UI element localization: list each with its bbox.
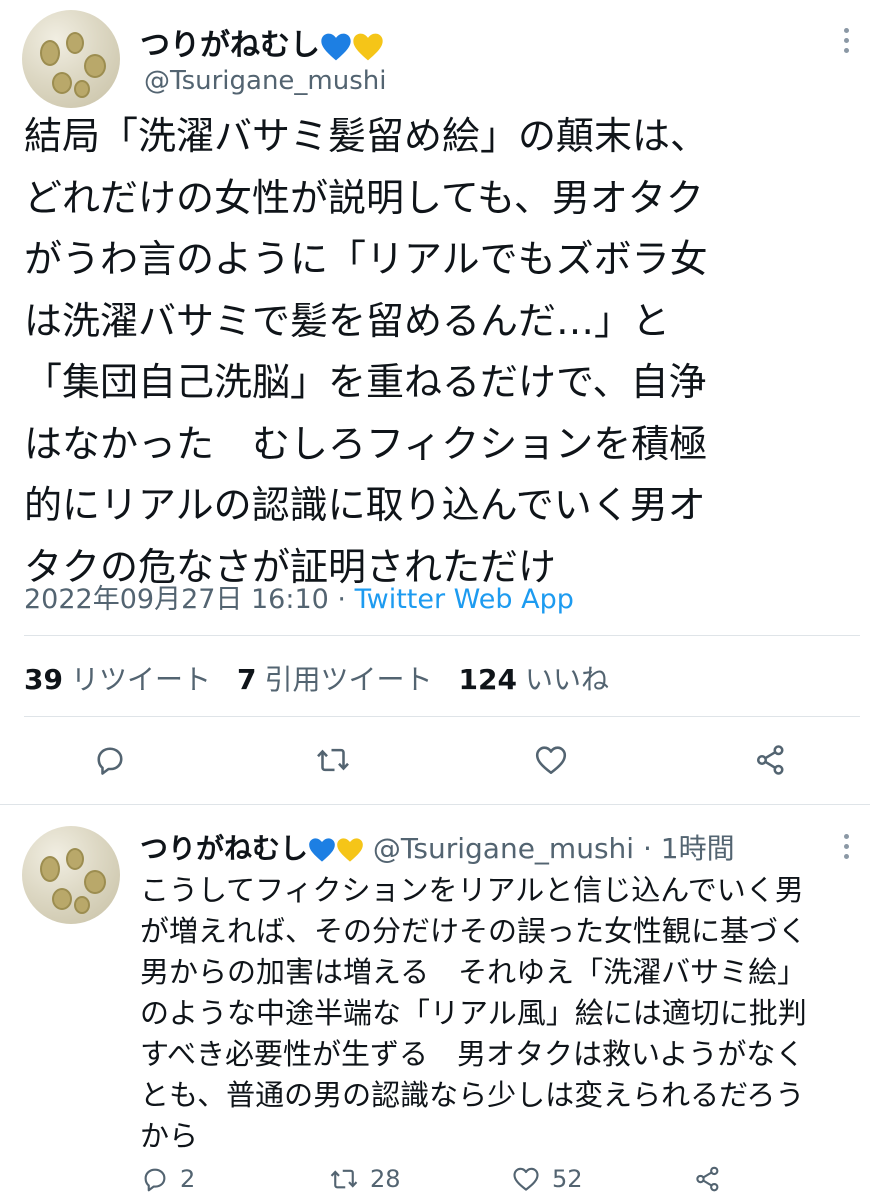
reply-like-button[interactable]: 52: [510, 1164, 583, 1194]
avatar-cell: [66, 32, 84, 54]
reply-retweet-count: 28: [370, 1165, 401, 1193]
retweet-icon: [330, 1169, 358, 1189]
avatar-cell: [40, 856, 60, 882]
divider: [24, 635, 860, 636]
avatar-cell: [84, 54, 106, 78]
tweet-text: 結局「洗濯バサミ髪留め絵」の顛末は、 どれだけの女性が説明しても、男オタク がう…: [24, 114, 709, 589]
display-name[interactable]: つりがねむし: [140, 20, 384, 64]
reply-handle[interactable]: @Tsurigane_mushi: [373, 832, 634, 865]
retweets-count: 39: [24, 663, 63, 696]
reply-header: つりがねむし @Tsurigane_mushi · 1時間: [140, 827, 735, 867]
retweets-stat[interactable]: 39 リツイート: [24, 658, 211, 698]
divider: [24, 716, 860, 717]
like-icon: [513, 1167, 539, 1191]
retweet-button[interactable]: [314, 742, 352, 778]
section-separator: [0, 804, 870, 805]
reply-icon: [144, 1168, 166, 1192]
avatar-cell: [74, 896, 90, 914]
yellow-heart-icon: [337, 838, 363, 862]
reply-time[interactable]: 1時間: [661, 832, 735, 865]
reply-separator: ·: [642, 832, 652, 865]
tweet-action-bar: [0, 740, 870, 784]
retweet-icon: [317, 748, 349, 772]
share-button[interactable]: [752, 742, 790, 778]
reply-avatar[interactable]: [22, 826, 120, 924]
like-button[interactable]: [532, 742, 570, 778]
avatar-cell: [52, 72, 72, 94]
handle[interactable]: @Tsurigane_mushi: [144, 66, 386, 96]
reply-reply-button[interactable]: 2: [140, 1164, 195, 1194]
share-icon: [696, 1166, 719, 1192]
avatar-cell: [84, 870, 106, 894]
likes-stat[interactable]: 124 いいね: [458, 658, 608, 698]
reply-action-bar: 2 28 52: [0, 1164, 870, 1200]
quotes-stat[interactable]: 7 引用ツイート: [237, 658, 433, 698]
tweet-meta: 2022年09月27日 16:10 · Twitter Web App: [24, 577, 574, 616]
reply-reply-count: 2: [180, 1165, 196, 1193]
tweet-source[interactable]: Twitter Web App: [355, 584, 574, 615]
avatar-cell: [40, 40, 60, 66]
blue-heart-icon: [321, 33, 351, 60]
like-icon: [535, 746, 567, 775]
avatar-cell: [74, 80, 90, 98]
display-name-text: つりがねむし: [140, 28, 320, 63]
reply-like-count: 52: [552, 1165, 583, 1193]
meta-separator: ·: [337, 584, 347, 615]
reply-text: こうしてフィクションをリアルと信じ込んでいく男 が増えれば、その分だけその誤った…: [140, 873, 808, 1153]
more-options-icon[interactable]: [842, 28, 850, 53]
quotes-count: 7: [236, 663, 257, 696]
tweet-stats: 39 リツイート 7 引用ツイート 124 いいね: [24, 658, 609, 698]
yellow-heart-icon: [353, 33, 383, 60]
reply-display-name[interactable]: つりがねむし: [140, 832, 308, 865]
likes-count: 124: [458, 663, 517, 696]
avatar[interactable]: [22, 10, 120, 108]
blue-heart-icon: [309, 838, 335, 862]
avatar-cell: [52, 888, 72, 910]
share-icon: [756, 745, 784, 775]
reply-retweet-button[interactable]: 28: [328, 1164, 401, 1194]
reply-share-button[interactable]: [692, 1164, 724, 1194]
reply-more-options-icon[interactable]: [842, 834, 850, 859]
reply-button[interactable]: [92, 742, 128, 778]
retweets-label: リツイート: [70, 663, 211, 696]
avatar-cell: [66, 848, 84, 870]
quotes-label: 引用ツイート: [264, 663, 433, 696]
likes-label: いいね: [524, 663, 609, 696]
tweet-timestamp[interactable]: 2022年09月27日 16:10: [24, 584, 329, 615]
reply-icon: [97, 747, 123, 775]
